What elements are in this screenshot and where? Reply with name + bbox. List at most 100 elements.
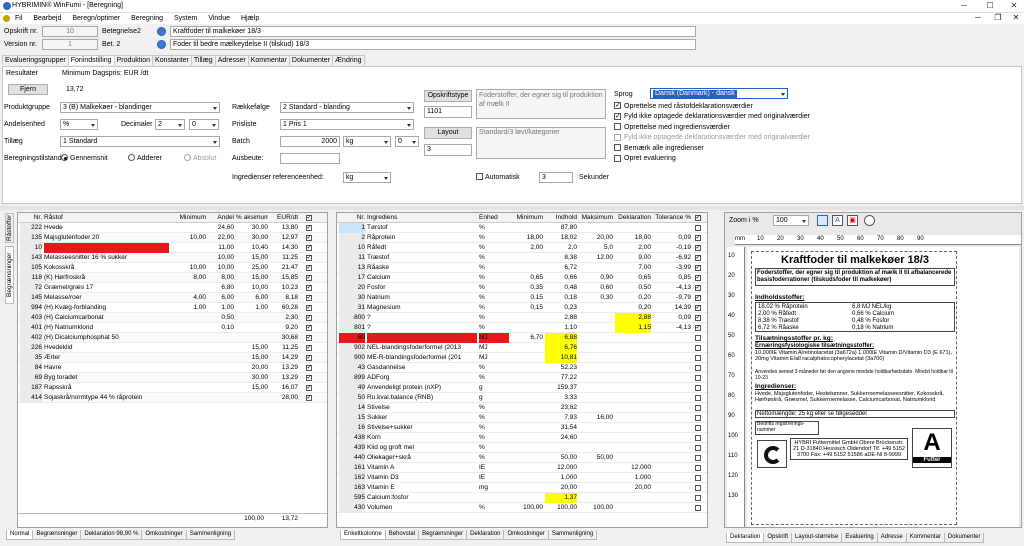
ingredient-row-checkbox[interactable] xyxy=(695,233,701,241)
raw-row-checkbox[interactable] xyxy=(306,333,312,341)
ingredient-row-checkbox[interactable] xyxy=(695,375,701,381)
raw-row[interactable]: 414 Sojaskrå/normtype 44 % råprotein 28,00 xyxy=(18,393,327,403)
raw-row[interactable]: 187 Rapsskrå 15,00 16,07 xyxy=(18,383,327,393)
menu-system[interactable]: System xyxy=(174,13,197,24)
option-checkbox-0[interactable] xyxy=(614,101,621,109)
ingredient-row[interactable]: 30 Natrium% 0,15 0,18 0,30 0,20 -9,79 xyxy=(337,293,707,303)
radio-adderer[interactable] xyxy=(128,154,135,161)
ingredient-row[interactable]: 902 NEL-blandingsfoderformel (2013 MJ 6,76 xyxy=(337,343,707,353)
opskriftstype-button[interactable]: Opskriftstype xyxy=(424,90,472,102)
ingredient-row[interactable]: 31 Magnesium% 0,15 0,23 0,20 14,39 xyxy=(337,303,707,313)
ingredient-row-checkbox[interactable] xyxy=(695,455,701,461)
tab-aendring[interactable]: Ændring xyxy=(332,55,365,65)
decimaler-select[interactable]: 2 xyxy=(155,119,185,130)
ingredient-row-checkbox[interactable] xyxy=(695,283,701,291)
betegnelse-globe-icon[interactable] xyxy=(157,27,166,36)
tab-produktion[interactable]: Produktion xyxy=(113,55,154,65)
ingredient-row-checkbox[interactable] xyxy=(695,465,701,471)
ingredient-tab-4[interactable]: Omkostninger xyxy=(503,530,549,540)
ingredient-row[interactable]: 900 ME-R-blandingsfoderformel (201 MJ 10,81 xyxy=(337,353,707,363)
splitter[interactable] xyxy=(0,206,1024,210)
raw-row-checkbox[interactable] xyxy=(306,283,312,291)
raw-row[interactable]: 84 Havre 20,00 13,29 xyxy=(18,363,327,373)
ingredient-header-6[interactable]: Deklaration xyxy=(615,213,651,223)
radio-gennemsnit[interactable] xyxy=(61,154,68,161)
option-checkbox-3[interactable] xyxy=(614,133,621,141)
raw-header-1[interactable]: Råstof xyxy=(44,213,169,223)
menu-hjaelp[interactable]: Hjælp xyxy=(241,13,259,24)
ingredient-row-checkbox[interactable] xyxy=(695,385,701,391)
tab-foriindstilling[interactable]: Foriindstilling xyxy=(67,55,115,65)
ingredient-row-checkbox[interactable] xyxy=(695,225,701,231)
ingredient-row-checkbox[interactable] xyxy=(695,415,701,421)
raw-header-checkbox[interactable] xyxy=(306,213,312,221)
ingredient-row-checkbox[interactable] xyxy=(695,405,701,411)
ingredient-row[interactable]: 438 Korn% 24,60 xyxy=(337,433,707,443)
ingredient-row-checkbox[interactable] xyxy=(695,435,701,441)
automatisk-checkbox[interactable] xyxy=(476,173,483,180)
raw-row[interactable]: 402 (H) Dicalciumphosphat 50 30,68 xyxy=(18,333,327,343)
raw-row[interactable]: 118 (K) Hørfroskrå 8,00 8,00 15,00 15,85 xyxy=(18,273,327,283)
ingredient-row[interactable]: 439 Klid og groft mel% xyxy=(337,443,707,453)
raw-row-checkbox[interactable] xyxy=(306,253,312,261)
bet2-field[interactable]: Foder til bedre mælkeydelse II (tilskud)… xyxy=(170,39,696,50)
tab-evalueringsgrupper[interactable]: Evalueringsgrupper xyxy=(2,55,69,65)
ingredient-row-checkbox[interactable] xyxy=(695,303,701,311)
ingredient-row[interactable]: 14 Stivelse% 23,62 xyxy=(337,403,707,413)
ingredient-row[interactable]: 80 MJ 6,70 6,88 xyxy=(337,333,707,343)
ingredient-tab-0[interactable]: Enkeltkolonne xyxy=(340,530,386,540)
ingredient-row[interactable]: 43 Gasdannelse% 52,23 xyxy=(337,363,707,373)
ingredient-row-checkbox[interactable] xyxy=(695,273,701,281)
pdf-icon[interactable]: ▣ xyxy=(847,215,858,226)
raw-row-checkbox[interactable] xyxy=(306,293,312,301)
raw-row-checkbox[interactable] xyxy=(306,353,312,361)
layout-button[interactable]: Layout xyxy=(424,127,472,139)
ingredient-row-checkbox[interactable] xyxy=(695,263,701,271)
ingredient-header-4[interactable]: Indhold xyxy=(545,213,577,223)
opskriftstype-field[interactable]: 1101 xyxy=(424,106,472,118)
ingredient-row[interactable]: 16 Stivelse+sukker% 31,54 xyxy=(337,423,707,433)
radio-absolut[interactable] xyxy=(184,154,191,161)
menu-bearbejd[interactable]: Bearbejd xyxy=(33,13,61,24)
ingredient-row-checkbox[interactable] xyxy=(695,335,701,341)
ingredient-row[interactable]: 50 Ru.kval.balance (RNB) g 3,33 xyxy=(337,393,707,403)
raw-header-2[interactable]: Minimum xyxy=(172,213,206,223)
andelsenhed-select[interactable]: % xyxy=(60,119,98,130)
raw-row-checkbox[interactable] xyxy=(306,223,312,231)
raw-row[interactable]: 222 Hvede 24,60 30,00 13,80 xyxy=(18,223,327,233)
raw-row-checkbox[interactable] xyxy=(306,263,312,271)
sprog-select[interactable]: Dansk (Danmark) - dansk xyxy=(650,88,788,99)
raw-row-checkbox[interactable] xyxy=(306,383,312,391)
ingredient-row[interactable]: 1 Tørstof% 87,80 xyxy=(337,223,707,233)
raw-row[interactable]: 105 Kokosskrå 10,00 10,00 25,00 21,47 xyxy=(18,263,327,273)
ingredient-row-checkbox[interactable] xyxy=(695,495,701,501)
maximize-icon[interactable]: ☐ xyxy=(982,1,998,11)
raw-row[interactable]: 226 Hvedeklid 15,00 11,25 xyxy=(18,343,327,353)
decimaler-select-2[interactable]: 0 xyxy=(189,119,219,130)
preview-tab-2[interactable]: Layout-størrelse xyxy=(791,533,843,543)
version-field[interactable]: 1 xyxy=(42,39,98,50)
ingredient-header-0[interactable]: Nr. xyxy=(339,213,365,223)
mdi-restore-icon[interactable]: ❐ xyxy=(990,13,1006,23)
menu-beregning[interactable]: Beregning xyxy=(131,13,163,24)
menu-vindue[interactable]: Vindue xyxy=(208,13,230,24)
mdi-close-icon[interactable]: ✕ xyxy=(1008,13,1024,23)
ingredient-tab-2[interactable]: Begrænsninger xyxy=(418,530,468,540)
bet2-globe-icon[interactable] xyxy=(157,40,166,49)
ingredient-row-checkbox[interactable] xyxy=(695,425,701,431)
option-checkbox-2[interactable] xyxy=(614,123,621,130)
ingredient-row[interactable]: 17 Calcium% 0,65 0,66 0,90 0,65 0,85 xyxy=(337,273,707,283)
ingredient-row-checkbox[interactable] xyxy=(695,355,701,361)
raw-row[interactable]: 143 Melasseesnitter 16 % sukker 10,00 15,00… xyxy=(18,253,327,263)
ingredient-tab-5[interactable]: Sammenligning xyxy=(547,530,598,540)
ausbeute-field[interactable] xyxy=(280,153,340,164)
raw-row-checkbox[interactable] xyxy=(306,373,312,381)
preview-tab-1[interactable]: Opskrift xyxy=(763,533,793,543)
tab-dokumenter[interactable]: Dokumenter xyxy=(288,55,334,65)
produktgruppe-select[interactable]: 3 (B) Malkekøer - blandinger xyxy=(60,102,220,113)
tab-tillaeg[interactable]: Tillæg xyxy=(190,55,216,65)
ingredient-row[interactable]: 163 Vitamin E mg 20,00 20,00 xyxy=(337,483,707,493)
batch-field[interactable]: 2000 xyxy=(280,136,340,147)
minimize-icon[interactable]: ─ xyxy=(956,1,972,11)
ingredient-row-checkbox[interactable] xyxy=(695,505,701,511)
